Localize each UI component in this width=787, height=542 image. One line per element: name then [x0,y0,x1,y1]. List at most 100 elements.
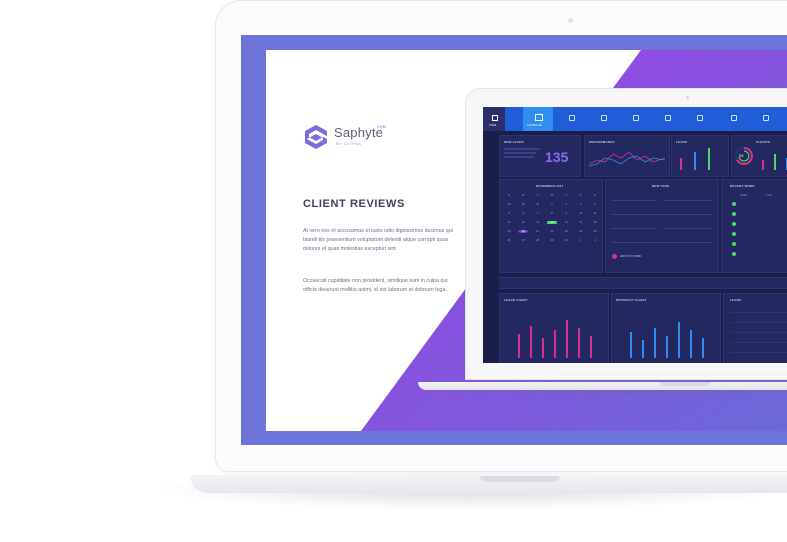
leads-bar [708,148,710,170]
weekday: S [508,194,510,197]
nav-icon[interactable] [697,115,703,121]
calendar-day[interactable]: 29 [504,203,514,206]
calendar-day[interactable]: 23 [561,230,571,233]
calendar-day[interactable]: 27 [518,239,528,242]
calendar-day[interactable]: 8 [547,212,557,215]
recent-work-panel: RECENT WORK NAME TYPE [721,179,787,273]
calendar-day[interactable]: 29 [547,239,557,242]
nav-dashboard-label: DASHBOARD [527,124,543,127]
nav-icon[interactable] [569,115,575,121]
calendar-day[interactable]: 21 [533,230,543,233]
table-row[interactable] [730,342,787,343]
performance-line-chart [589,151,665,167]
leads-chart-panel: LEADS CHART [499,293,609,363]
prospect-chart-bar [630,332,632,358]
nav-icon[interactable] [731,115,737,121]
calendar-day[interactable]: 14 [533,221,543,224]
calendar-day[interactable]: 17 [576,221,586,224]
weekday: T [565,194,568,197]
table-row[interactable] [730,322,787,323]
leads-chart-title: LEADS CHART [504,298,528,302]
calendar-day[interactable]: 3 [576,203,586,206]
add-to-work-button[interactable]: ADD TO MY WORK [620,255,641,258]
calendar-day[interactable]: 4 [590,203,600,206]
calendar-day[interactable]: 18 [590,221,600,224]
task-date-input[interactable] [612,222,656,229]
calendar-day[interactable]: 22 [547,230,557,233]
calendar-day[interactable]: 19 [504,230,514,233]
calendar-day[interactable]: 31 [533,203,543,206]
dashboard-screen: HOME DASHBOARD NEW LEADS 135 PERFORMANCE… [483,107,787,363]
task-time-input[interactable] [664,222,712,229]
recent-work-col-type: TYPE [766,194,773,197]
calendar-day[interactable]: 1 [547,203,557,206]
new-task-panel: NEW TASK ADD TO MY WORK [605,179,719,273]
prospect-chart-bar [666,336,668,358]
calendar-day[interactable]: 10 [576,212,586,215]
table-row[interactable] [730,312,787,313]
calendar-day[interactable]: 2 [590,239,600,242]
nav-icon[interactable] [601,115,607,121]
leads-panel: LEADS [671,135,729,177]
calendar-day[interactable]: 11 [590,212,600,215]
monitor-icon [535,114,543,121]
leads-chart-bar [518,334,520,358]
calendar-day-selected[interactable]: 20 [518,230,529,233]
nav-icon[interactable] [633,115,639,121]
calendar-day[interactable]: 24 [576,230,586,233]
nav-home[interactable]: HOME [483,107,505,131]
calendar-day[interactable]: 30 [518,203,528,206]
leads-table-title: LEADS [730,298,742,302]
leads-bar [694,152,696,170]
add-task-icon[interactable] [612,254,617,259]
calendar-day[interactable]: 13 [518,221,528,224]
clients-percent: 53 [739,153,744,158]
recent-work-col-name: NAME [740,194,747,197]
clients-panel: CLIENTS 53 [731,135,787,177]
weekday: T [536,194,539,197]
calendar-day[interactable]: 9 [561,212,571,215]
calendar-day[interactable]: 7 [533,212,543,215]
nav-icon[interactable] [763,115,769,121]
calendar-day[interactable]: 25 [590,230,600,233]
prospect-chart-bar [690,330,692,358]
calendar-month: NOVEMBER 2017 [536,184,564,188]
mini-laptop-notch [660,382,710,386]
prospect-chart-bar [654,328,656,358]
calendar-day[interactable]: 28 [533,239,543,242]
calendar-day[interactable]: 16 [561,221,571,224]
leads-bar-chart [514,310,604,358]
text-line [504,148,540,150]
weekday: S [594,194,596,197]
slide-paragraph-2: Occaecati cupiditate non provident, simi… [303,278,448,293]
calendar-day[interactable]: 26 [504,239,514,242]
calendar-day[interactable]: 6 [518,212,528,215]
calendar-day[interactable]: 2 [561,203,571,206]
text-line [504,152,536,154]
brand-superscript: CRM [377,124,387,129]
laptop-base-notch [480,476,560,482]
check-icon [732,202,736,206]
calendar-day[interactable]: 12 [504,221,514,224]
table-row[interactable] [730,332,787,333]
calendar-panel: NOVEMBER 2017 S M T W T F S 29 30 31 1 2… [499,179,603,273]
calendar-day[interactable]: 1 [576,239,586,242]
task-comments-input[interactable] [612,236,712,243]
nav-dashboard[interactable]: DASHBOARD [523,107,553,131]
nav-icon[interactable] [665,115,671,121]
table-row[interactable] [730,352,787,353]
prospect-chart-bar [702,338,704,358]
performance-panel: PERFORMANCE [584,135,670,177]
leads-chart-bar [542,338,544,358]
task-type-select[interactable] [612,194,656,201]
calendar-day[interactable]: 30 [561,239,571,242]
saphyte-logo-icon [305,125,327,149]
task-name-input[interactable] [612,208,712,215]
task-status-select[interactable] [664,194,712,201]
prospect-bar-chart [626,310,716,358]
prospect-chart-panel: PROSPECT CHART [611,293,721,363]
mini-laptop-base [418,382,787,390]
new-leads-title: NEW LEADS [504,140,524,144]
calendar-day[interactable]: 5 [504,212,514,215]
calendar-day-highlighted[interactable]: 15 [546,221,557,224]
